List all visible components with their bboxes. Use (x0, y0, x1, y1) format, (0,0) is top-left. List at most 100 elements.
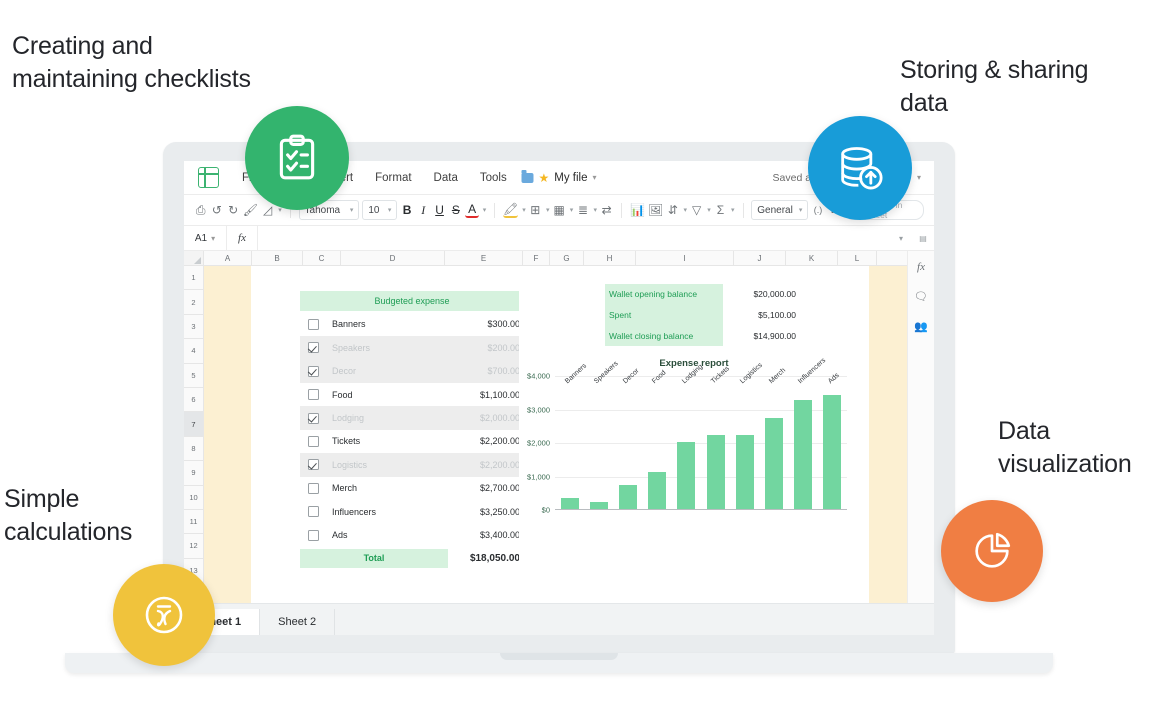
chevron-down-icon[interactable]: ▾ (731, 206, 735, 214)
chevron-down-icon[interactable]: ▾ (594, 206, 598, 214)
sum-icon[interactable]: Σ (714, 201, 727, 220)
expense-value-logistics[interactable]: $2,200.00 (430, 453, 520, 476)
row-header-2[interactable]: 2 (184, 290, 203, 314)
expense-name-speakers[interactable]: Speakers (332, 336, 370, 359)
chevron-down-icon[interactable]: ▾ (570, 206, 574, 214)
number-format-select[interactable]: General▾ (751, 200, 808, 220)
row-header-12[interactable]: 12 (184, 534, 203, 558)
expense-name-food[interactable]: Food (332, 383, 353, 406)
row-header-7[interactable]: 7 (184, 412, 203, 436)
formula-expand-icon[interactable]: ▾ (890, 234, 912, 243)
align-icon[interactable]: ≣ (576, 201, 589, 220)
fx-icon[interactable]: fx (227, 226, 258, 250)
column-header-b[interactable]: B (252, 251, 303, 265)
column-header-f[interactable]: F (523, 251, 550, 265)
sort-icon[interactable]: ⇵ (666, 201, 679, 220)
fill-color-icon[interactable]: 🖍 (503, 202, 518, 218)
menu-item-format[interactable]: Format (364, 172, 422, 184)
expense-value-banners[interactable]: $300.00 (430, 313, 520, 336)
underline-button[interactable]: U (433, 201, 446, 220)
chevron-down-icon[interactable]: ▾ (546, 206, 550, 214)
row-checkbox-banners[interactable] (308, 313, 319, 336)
column-header-k[interactable]: K (786, 251, 838, 265)
chevron-down-icon[interactable]: ▾ (592, 173, 596, 182)
text-color-button[interactable]: A (465, 202, 478, 218)
row-checkbox-merch[interactable] (308, 477, 319, 500)
chevron-down-icon[interactable]: ▾ (707, 206, 711, 214)
file-title-group[interactable]: ★ My file ▾ (521, 172, 596, 184)
format-painter-icon[interactable]: 🖌 (243, 201, 258, 220)
row-header-4[interactable]: 4 (184, 339, 203, 363)
expense-name-influencers[interactable]: Influencers (332, 500, 376, 523)
row-checkbox-influencers[interactable] (308, 500, 319, 523)
borders-icon[interactable]: ⊞ (529, 201, 542, 220)
row-header-9[interactable]: 9 (184, 461, 203, 485)
insert-chart-icon[interactable]: 📊 (630, 201, 645, 220)
select-all-corner[interactable] (184, 251, 204, 265)
column-header-e[interactable]: E (445, 251, 523, 265)
chevron-down-icon[interactable]: ▾ (483, 206, 487, 214)
row-checkbox-lodging[interactable] (308, 406, 319, 429)
filter-icon[interactable]: ▽ (690, 201, 703, 220)
strikethrough-button[interactable]: S (449, 201, 462, 220)
row-checkbox-decor[interactable] (308, 360, 319, 383)
row-checkbox-ads[interactable] (308, 523, 319, 546)
row-header-8[interactable]: 8 (184, 437, 203, 461)
expense-name-tickets[interactable]: Tickets (332, 430, 360, 453)
comment-icon[interactable]: 🗨 (914, 290, 928, 303)
column-header-j[interactable]: J (734, 251, 786, 265)
row-checkbox-speakers[interactable] (308, 336, 319, 359)
chevron-down-icon[interactable]: ▾ (683, 206, 687, 214)
expense-value-lodging[interactable]: $2,000.00 (430, 406, 520, 429)
star-icon[interactable]: ★ (538, 172, 549, 184)
row-header-1[interactable]: 1 (184, 266, 203, 290)
merge-cells-icon[interactable]: ▦ (552, 201, 565, 220)
row-header-11[interactable]: 11 (184, 510, 203, 534)
column-header-d[interactable]: D (341, 251, 445, 265)
menu-item-data[interactable]: Data (423, 172, 469, 184)
insert-image-icon[interactable]: 🖼 (648, 201, 663, 220)
column-header-l[interactable]: L (838, 251, 877, 265)
column-header-i[interactable]: I (636, 251, 734, 265)
row-header-5[interactable]: 5 (184, 364, 203, 388)
expense-name-lodging[interactable]: Lodging (332, 406, 364, 429)
row-checkbox-tickets[interactable] (308, 430, 319, 453)
row-header-3[interactable]: 3 (184, 315, 203, 339)
undo-icon[interactable]: ↺ (210, 201, 223, 220)
sheet-tab-2[interactable]: Sheet 2 (260, 609, 335, 635)
column-header-h[interactable]: H (584, 251, 636, 265)
expense-value-merch[interactable]: $2,700.00 (430, 477, 520, 500)
formula-options-icon[interactable]: ▤ (912, 234, 934, 243)
expense-name-banners[interactable]: Banners (332, 313, 366, 336)
expense-value-ads[interactable]: $3,400.00 (430, 523, 520, 546)
bold-button[interactable]: B (400, 201, 413, 220)
expense-value-decor[interactable]: $700.00 (430, 360, 520, 383)
print-icon[interactable]: ⎙ (194, 201, 207, 220)
fx-icon[interactable]: fx (917, 261, 925, 273)
font-size-select[interactable]: 10▾ (362, 200, 397, 220)
redo-icon[interactable]: ↻ (227, 201, 240, 220)
expense-value-speakers[interactable]: $200.00 (430, 336, 520, 359)
italic-button[interactable]: I (417, 201, 430, 220)
chevron-down-icon[interactable]: ▾ (522, 206, 526, 214)
column-header-a[interactable]: A (204, 251, 252, 265)
expense-name-decor[interactable]: Decor (332, 360, 356, 383)
expense-value-influencers[interactable]: $3,250.00 (430, 500, 520, 523)
wrap-text-icon[interactable]: ⇄ (600, 201, 613, 220)
expense-name-ads[interactable]: Ads (332, 523, 348, 546)
column-header-c[interactable]: C (303, 251, 341, 265)
row-checkbox-logistics[interactable] (308, 453, 319, 476)
chevron-down-icon[interactable]: ▾ (917, 173, 921, 182)
expense-name-merch[interactable]: Merch (332, 477, 357, 500)
expense-value-food[interactable]: $1,100.00 (430, 383, 520, 406)
expense-name-logistics[interactable]: Logistics (332, 453, 367, 476)
cells-area[interactable]: Budgeted expenseBanners$300.00Speakers$2… (204, 266, 907, 603)
row-header-6[interactable]: 6 (184, 388, 203, 412)
row-checkbox-food[interactable] (308, 383, 319, 406)
cell-reference-box[interactable]: A1 ▾ (184, 226, 227, 250)
row-header-10[interactable]: 10 (184, 486, 203, 510)
column-header-g[interactable]: G (550, 251, 584, 265)
menu-item-tools[interactable]: Tools (469, 172, 518, 184)
collaborators-icon[interactable]: 👥 (914, 320, 928, 333)
expense-value-tickets[interactable]: $2,200.00 (430, 430, 520, 453)
